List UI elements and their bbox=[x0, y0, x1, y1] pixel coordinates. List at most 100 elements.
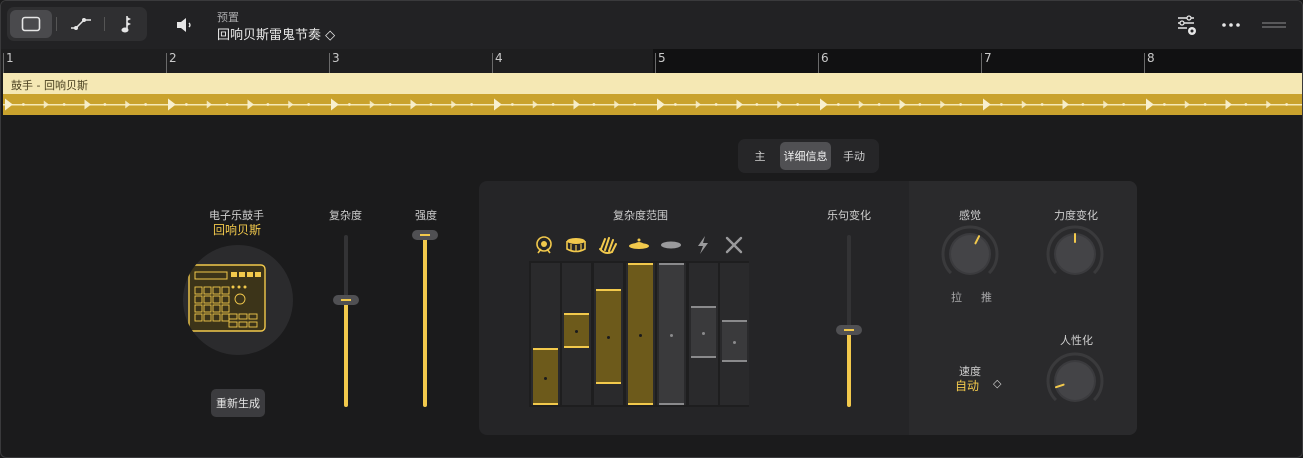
view-button-region[interactable] bbox=[10, 10, 52, 38]
ghost-hit-marker bbox=[1285, 103, 1289, 106]
drum-hit-marker bbox=[1062, 99, 1069, 110]
humanize-knob[interactable] bbox=[1046, 352, 1104, 410]
drum-hit-marker bbox=[1021, 100, 1027, 109]
timeline-ruler[interactable]: 1 2 3 4 5 6 7 8 bbox=[1, 49, 1302, 73]
ghost-hit-marker bbox=[62, 103, 66, 106]
ruler-outside-region bbox=[653, 49, 1302, 73]
drum-hit-marker bbox=[940, 100, 946, 109]
range-center-dot bbox=[702, 331, 705, 335]
drag-handle-icon bbox=[1262, 22, 1286, 28]
ruler-bar-label: 2 bbox=[169, 51, 177, 65]
fill-slider-fill bbox=[847, 329, 851, 407]
ruler-tick bbox=[492, 53, 493, 73]
ghost-hit-marker bbox=[551, 103, 555, 106]
region-header[interactable]: 鼓手 - 回响贝斯 bbox=[3, 73, 1302, 94]
range-handle[interactable] bbox=[691, 305, 716, 359]
drum-hit-marker bbox=[736, 99, 743, 110]
drum-hit-marker bbox=[1184, 100, 1190, 109]
ghost-hit-marker bbox=[347, 103, 351, 106]
ruler-bar-label: 4 bbox=[495, 51, 503, 65]
range-center-dot bbox=[544, 376, 547, 380]
crossed-sticks-icon[interactable] bbox=[723, 234, 745, 256]
complexity-slider-thumb[interactable] bbox=[333, 295, 359, 306]
speaker-button[interactable] bbox=[171, 13, 197, 37]
feel-push-label: 推 bbox=[981, 291, 992, 304]
snare-drum-icon[interactable] bbox=[565, 234, 587, 256]
automation-curve-icon bbox=[71, 18, 91, 30]
clap-hand-icon[interactable] bbox=[597, 234, 619, 256]
tab-details[interactable]: 详细信息 bbox=[780, 142, 831, 170]
view-button-score[interactable] bbox=[106, 10, 148, 38]
drum-hit-marker bbox=[410, 99, 417, 110]
ghost-hit-marker bbox=[429, 103, 433, 106]
ghost-hit-marker bbox=[21, 103, 25, 106]
drum-hit-marker bbox=[168, 98, 176, 111]
editor-tabs: 主 详细信息 手动 bbox=[738, 139, 879, 173]
ghost-hit-marker bbox=[1162, 103, 1166, 106]
drum-machine-icon bbox=[188, 264, 266, 332]
ghost-hit-marker bbox=[388, 103, 392, 106]
complexity-range-label: 复杂度范围 bbox=[613, 209, 668, 222]
complexity-slider-fill bbox=[344, 300, 348, 407]
fill-slider-thumb[interactable] bbox=[836, 324, 862, 335]
range-handle[interactable] bbox=[722, 319, 747, 363]
drummer-region[interactable]: 鼓手 - 回响贝斯 bbox=[3, 73, 1302, 115]
intensity-slider-thumb[interactable] bbox=[412, 230, 438, 240]
kick-drum-icon[interactable] bbox=[533, 234, 555, 256]
drag-handle[interactable] bbox=[1259, 13, 1289, 37]
intensity-label: 强度 bbox=[415, 209, 437, 222]
drum-hit-marker bbox=[614, 100, 620, 109]
ruler-bar-label: 5 bbox=[658, 51, 666, 65]
cymbal-icon[interactable] bbox=[628, 234, 650, 256]
tab-main[interactable]: 主 bbox=[742, 142, 778, 170]
velocity-knob[interactable] bbox=[1046, 225, 1104, 283]
drum-hit-marker bbox=[494, 98, 502, 111]
regenerate-button[interactable]: 重新生成 bbox=[211, 389, 265, 417]
mixer-settings-icon bbox=[1178, 15, 1196, 35]
ruler-bar-label: 3 bbox=[332, 51, 340, 65]
ghost-hit-marker bbox=[918, 103, 922, 106]
intensity-slider-fill bbox=[423, 235, 427, 407]
feel-knob[interactable] bbox=[941, 225, 999, 283]
ruler-tick bbox=[166, 53, 167, 73]
drum-hit-marker bbox=[1103, 100, 1109, 109]
range-center-dot bbox=[607, 336, 610, 340]
drum-hit-marker bbox=[331, 98, 339, 111]
range-handle[interactable] bbox=[533, 348, 558, 405]
range-handle[interactable] bbox=[659, 263, 684, 405]
ruler-tick bbox=[818, 53, 819, 73]
ghost-hit-marker bbox=[714, 103, 718, 106]
drum-hit-marker bbox=[1146, 98, 1154, 111]
lightning-icon[interactable] bbox=[692, 234, 714, 256]
drum-hit-marker bbox=[1266, 100, 1272, 109]
ruler-tick bbox=[3, 53, 4, 73]
drum-hit-marker bbox=[1225, 99, 1232, 110]
drum-hit-marker bbox=[84, 99, 91, 110]
ruler-bar-label: 8 bbox=[1147, 51, 1155, 65]
preset-selector[interactable]: 回响贝斯雷鬼节奏 ◇ bbox=[217, 24, 335, 43]
drum-hit-marker bbox=[899, 99, 906, 110]
speed-chevron-icon[interactable]: ◇ bbox=[993, 377, 1001, 390]
speed-value[interactable]: 自动 bbox=[955, 377, 979, 394]
ghost-hit-marker bbox=[1040, 103, 1044, 106]
ghost-hit-marker bbox=[225, 103, 229, 106]
tab-manual[interactable]: 手动 bbox=[833, 142, 875, 170]
hihat-icon[interactable] bbox=[660, 234, 682, 256]
ghost-hit-marker bbox=[592, 103, 596, 106]
view-button-automation[interactable] bbox=[60, 10, 102, 38]
drum-hit-marker bbox=[206, 100, 212, 109]
range-handle[interactable] bbox=[596, 288, 621, 384]
ghost-hit-marker bbox=[633, 103, 637, 106]
more-button[interactable] bbox=[1217, 13, 1245, 37]
ghost-hit-marker bbox=[470, 103, 474, 106]
range-handle[interactable] bbox=[564, 312, 589, 349]
ruler-tick bbox=[329, 53, 330, 73]
mixer-settings-button[interactable] bbox=[1173, 13, 1201, 37]
drum-hit-marker bbox=[43, 100, 49, 109]
drummer-editor-window: 预置 回响贝斯雷鬼节奏 ◇ 12345678 鼓手 - 回响贝斯 主 详细信息 … bbox=[0, 0, 1303, 458]
range-handle[interactable] bbox=[628, 263, 653, 405]
drummer-avatar[interactable] bbox=[183, 245, 293, 355]
ghost-hit-marker bbox=[959, 103, 963, 106]
ghost-hit-marker bbox=[103, 103, 107, 106]
ghost-hit-marker bbox=[877, 103, 881, 106]
